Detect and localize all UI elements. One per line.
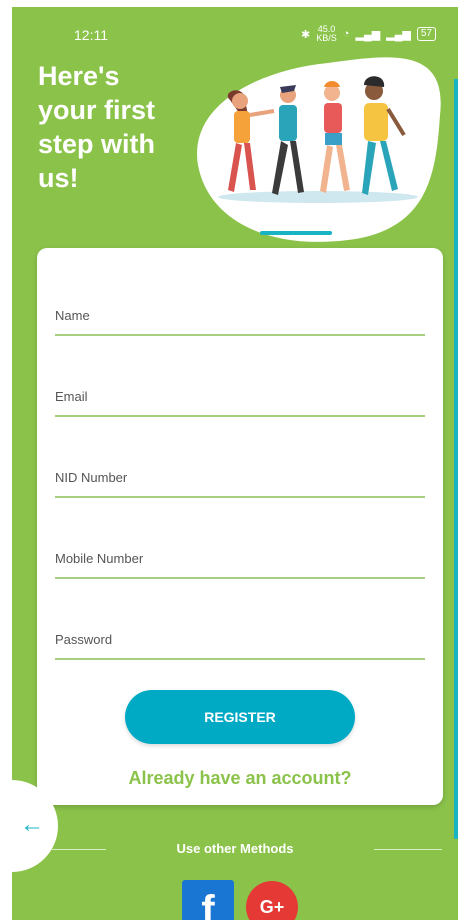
register-form-card: Name Email NID Number Mobile Number Pass… [37,248,443,805]
app-screen: 12:11 ✱ 45.0 KB/S ◔ ▂▄▆ ▂▄▆ 57 Here's you… [12,7,458,920]
nid-number-field-label: NID Number [55,470,128,485]
mobile-number-field-label: Mobile Number [55,551,144,566]
already-have-account-link[interactable]: Already have an account? [37,768,443,789]
name-field-label: Name [55,308,90,323]
email-field[interactable]: Email [55,385,425,417]
battery-icon: 57 [416,27,436,41]
hero-title: Here's your first step with us! [38,61,156,193]
edge-accent-line [454,79,458,839]
divider-line-right [374,849,442,850]
nid-number-field[interactable]: NID Number [55,466,425,498]
status-icons: ✱ 45.0 KB/S ◔ ▂▄▆ ▂▄▆ 57 [301,25,436,43]
email-field-label: Email [55,389,88,404]
hero-illustration [178,45,444,245]
status-bar: 12:11 ✱ 45.0 KB/S ◔ ▂▄▆ ▂▄▆ 57 [12,7,458,47]
bluetooth-icon: ✱ [301,28,311,41]
google-plus-icon: G+ [259,896,285,917]
mobile-number-field[interactable]: Mobile Number [55,547,425,579]
password-field[interactable]: Password [55,628,425,660]
arrow-left-icon: ← [20,811,44,838]
register-button[interactable]: REGISTER [125,690,355,744]
signal-icon-2: ▂▄▆ [386,28,411,41]
password-field-label: Password [55,632,113,647]
net-speed: 45.0 KB/S [316,24,337,43]
facebook-icon: f [201,888,215,920]
wifi-icon: ◔ [342,28,350,40]
other-methods-divider: Use other Methods [12,841,458,861]
google-login-button[interactable]: G+ [246,881,298,920]
signal-icon: ▂▄▆ [355,28,381,41]
facebook-login-button[interactable]: f [182,880,234,920]
name-field[interactable]: Name [55,304,425,336]
status-time: 12:11 [74,27,108,43]
